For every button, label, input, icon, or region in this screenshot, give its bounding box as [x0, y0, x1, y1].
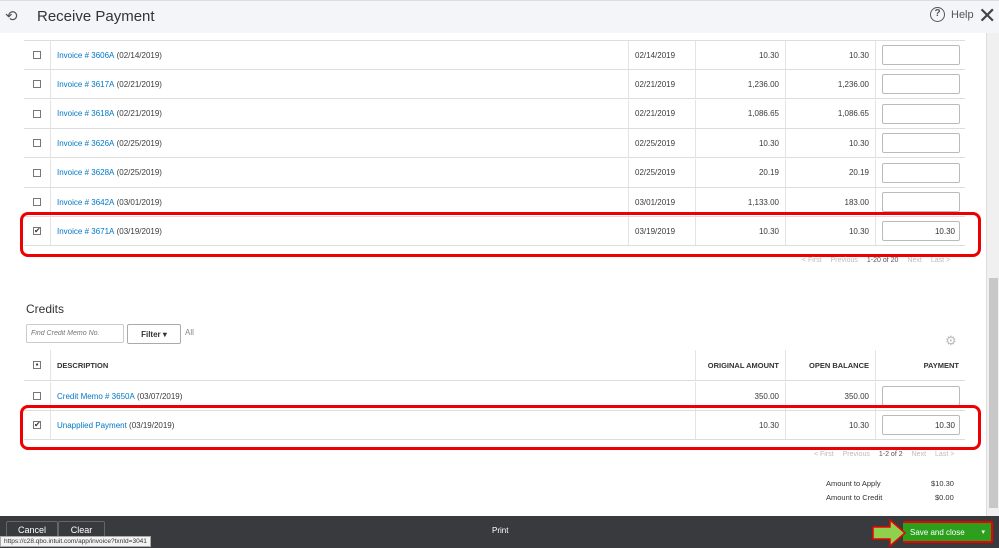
- table-row: Invoice # 3618A (02/21/2019) 02/21/2019 …: [24, 99, 965, 129]
- row-link[interactable]: Invoice # 3626A: [57, 139, 114, 148]
- pager-previous[interactable]: Previous: [831, 257, 858, 264]
- pager-range: 1-2 of 2: [878, 451, 903, 458]
- row-checkbox[interactable]: [33, 392, 41, 400]
- page-title: Receive Payment: [37, 8, 155, 25]
- find-credit-memo-input[interactable]: [26, 324, 124, 343]
- row-date: (02/25/2019): [114, 168, 162, 178]
- col-payment: PAYMENT: [875, 350, 965, 380]
- amount-to-credit-value: $0.00: [935, 493, 954, 502]
- scrollbar-thumb[interactable]: [989, 278, 998, 508]
- payment-input[interactable]: [882, 45, 960, 65]
- credits-title: Credits: [26, 302, 65, 316]
- due-date: 02/21/2019: [628, 70, 695, 99]
- arrow-annotation-icon: [872, 519, 907, 547]
- pager-first[interactable]: < First: [814, 451, 834, 458]
- due-date: 02/21/2019: [628, 99, 695, 128]
- close-icon[interactable]: ✕: [978, 3, 996, 29]
- gear-icon[interactable]: ⚙: [945, 333, 957, 349]
- open-balance: 1,236.00: [785, 70, 875, 99]
- save-label: Save and close: [910, 527, 965, 537]
- original-amount: 20.19: [695, 158, 785, 187]
- row-link[interactable]: Invoice # 3617A: [57, 80, 114, 89]
- original-amount: 1,236.00: [695, 70, 785, 99]
- highlight-credit: [20, 405, 981, 450]
- row-date: (02/21/2019): [114, 109, 162, 119]
- original-amount: 10.30: [695, 129, 785, 158]
- invoice-pager: < First Previous 1-20 of 20 Next Last >: [802, 257, 950, 264]
- row-checkbox[interactable]: [33, 198, 41, 206]
- open-balance: 1,086.65: [785, 99, 875, 128]
- chevron-down-icon[interactable]: ▾: [981, 528, 985, 536]
- row-link[interactable]: Invoice # 3628A: [57, 168, 114, 177]
- row-checkbox[interactable]: [33, 51, 41, 59]
- credits-header-row: ▪ DESCRIPTION ORIGINAL AMOUNT OPEN BALAN…: [24, 350, 965, 381]
- row-link[interactable]: Invoice # 3606A: [57, 51, 114, 60]
- open-balance: 10.30: [785, 129, 875, 158]
- due-date: 02/25/2019: [628, 158, 695, 187]
- row-date: (03/07/2019): [134, 391, 183, 401]
- save-and-close-button[interactable]: Save and close ▾: [903, 521, 993, 543]
- scrollbar[interactable]: [986, 33, 999, 516]
- row-checkbox[interactable]: [33, 139, 41, 148]
- payment-input[interactable]: [882, 162, 960, 183]
- row-link[interactable]: Credit Memo # 3650A: [57, 392, 135, 401]
- payment-input[interactable]: [882, 74, 960, 95]
- payment-input[interactable]: [882, 103, 960, 124]
- row-link[interactable]: Invoice # 3642A: [57, 198, 114, 207]
- help-button[interactable]: ? Help: [930, 7, 974, 22]
- amount-to-credit-label: Amount to Credit: [826, 493, 883, 502]
- payment-input[interactable]: [882, 386, 960, 406]
- col-description: DESCRIPTION: [50, 350, 695, 380]
- amount-to-apply-label: Amount to Apply: [826, 479, 881, 488]
- table-row: Invoice # 3606A (02/14/2019) 02/14/2019 …: [24, 41, 965, 70]
- credits-pager: < First Previous 1-2 of 2 Next Last >: [814, 451, 954, 458]
- row-checkbox[interactable]: [33, 168, 41, 177]
- payment-input[interactable]: [882, 133, 960, 154]
- row-date: (03/01/2019): [114, 197, 162, 207]
- original-amount: 10.30: [695, 41, 785, 69]
- help-icon: ?: [930, 7, 945, 22]
- due-date: 02/14/2019: [628, 41, 695, 69]
- select-all-checkbox[interactable]: ▪: [33, 361, 41, 369]
- original-amount: 1,086.65: [695, 99, 785, 128]
- col-open: OPEN BALANCE: [785, 350, 875, 380]
- pager-next[interactable]: Next: [912, 451, 926, 458]
- due-date: 02/25/2019: [628, 129, 695, 158]
- payment-input[interactable]: [882, 192, 960, 212]
- filter-button[interactable]: Filter ▾: [127, 324, 181, 344]
- help-label: Help: [951, 8, 974, 21]
- row-link[interactable]: Invoice # 3618A: [57, 109, 114, 118]
- pager-range: 1-20 of 20: [866, 257, 899, 264]
- pager-last[interactable]: Last >: [931, 257, 950, 264]
- open-balance: 10.30: [785, 41, 875, 69]
- row-date: (02/21/2019): [114, 79, 162, 89]
- status-url: https://c28.qbo.intuit.com/app/invoice?t…: [0, 536, 151, 547]
- row-date: (02/25/2019): [114, 138, 162, 148]
- row-checkbox[interactable]: [33, 80, 41, 89]
- table-row: Invoice # 3626A (02/25/2019) 02/25/2019 …: [24, 129, 965, 159]
- table-row: Invoice # 3628A (02/25/2019) 02/25/2019 …: [24, 158, 965, 188]
- filter-value: All: [185, 328, 194, 337]
- row-date: (02/14/2019): [114, 50, 162, 60]
- header: ⟲ Receive Payment ? Help ✕: [0, 0, 999, 33]
- table-row: Invoice # 3617A (02/21/2019) 02/21/2019 …: [24, 70, 965, 100]
- print-button[interactable]: Print: [492, 526, 508, 535]
- amount-to-apply-value: $10.30: [931, 479, 954, 488]
- pager-last[interactable]: Last >: [935, 451, 954, 458]
- history-icon[interactable]: ⟲: [5, 7, 18, 25]
- pager-next[interactable]: Next: [907, 257, 921, 264]
- highlight-invoice: [20, 212, 981, 257]
- open-balance: 20.19: [785, 158, 875, 187]
- col-original: ORIGINAL AMOUNT: [695, 350, 785, 380]
- row-checkbox[interactable]: [33, 109, 41, 118]
- pager-first[interactable]: < First: [802, 257, 822, 264]
- pager-previous[interactable]: Previous: [843, 451, 870, 458]
